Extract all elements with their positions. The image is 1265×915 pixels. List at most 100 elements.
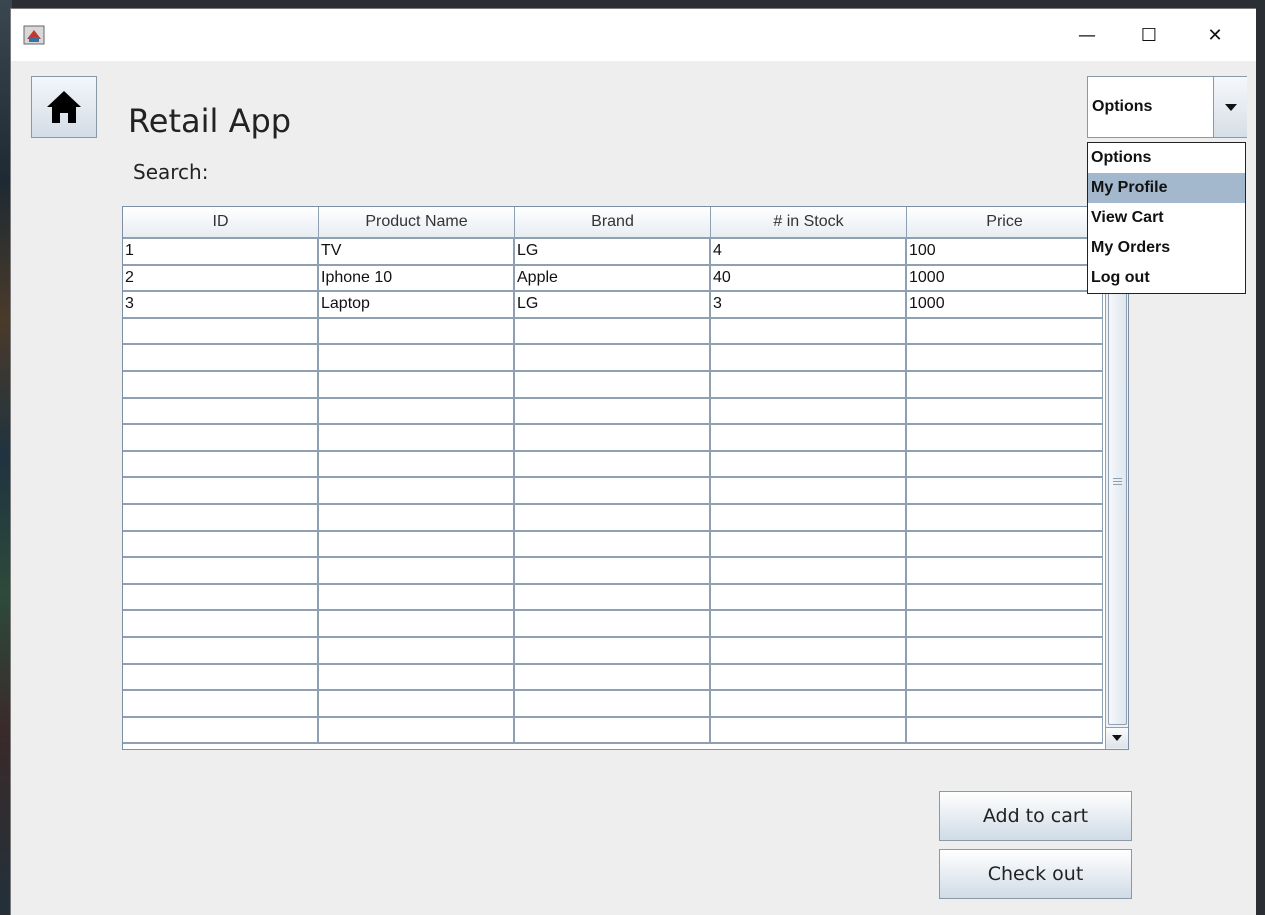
table-cell-empty[interactable] [123, 584, 319, 612]
table-cell-empty[interactable] [319, 371, 515, 399]
table-cell-empty[interactable] [711, 478, 907, 505]
table-cell-empty[interactable] [319, 531, 515, 559]
table-cell-empty[interactable] [319, 318, 515, 346]
table-cell-empty[interactable] [907, 611, 1103, 638]
table-row-empty[interactable] [123, 504, 1103, 532]
table-row-empty[interactable] [123, 611, 1103, 638]
column-header-product-name[interactable]: Product Name [319, 207, 515, 239]
table-cell-empty[interactable] [123, 664, 319, 692]
table-cell[interactable]: 1000 [907, 292, 1103, 319]
check-out-button[interactable]: Check out [939, 849, 1132, 899]
table-cell[interactable]: 2 [123, 265, 319, 293]
table-cell-empty[interactable] [319, 451, 515, 479]
table-cell-empty[interactable] [515, 345, 711, 372]
table-cell-empty[interactable] [907, 664, 1103, 692]
table-cell-empty[interactable] [123, 425, 319, 452]
table-cell[interactable]: LG [515, 292, 711, 319]
table-cell-empty[interactable] [907, 637, 1103, 665]
table-cell-empty[interactable] [319, 558, 515, 585]
table-row-empty[interactable] [123, 398, 1103, 426]
table-cell-empty[interactable] [907, 345, 1103, 372]
table-row[interactable]: 2 Iphone 10 Apple 40 1000 [123, 265, 1103, 293]
table-row-empty[interactable] [123, 318, 1103, 346]
column-header-price[interactable]: Price [907, 207, 1103, 239]
table-cell-empty[interactable] [123, 504, 319, 532]
table-cell-empty[interactable] [515, 398, 711, 426]
table-cell-empty[interactable] [123, 318, 319, 346]
table-cell-empty[interactable] [123, 611, 319, 638]
table-cell[interactable]: LG [515, 239, 711, 266]
table-cell-empty[interactable] [319, 637, 515, 665]
home-button[interactable] [31, 76, 97, 138]
table-row-empty[interactable] [123, 345, 1103, 372]
table-cell[interactable]: 3 [711, 292, 907, 319]
table-cell-empty[interactable] [123, 691, 319, 718]
table-cell-empty[interactable] [711, 611, 907, 638]
table-cell-empty[interactable] [319, 717, 515, 745]
table-cell-empty[interactable] [123, 531, 319, 559]
table-cell[interactable]: Laptop [319, 292, 515, 319]
menu-item-view-cart[interactable]: View Cart [1088, 203, 1245, 233]
options-combobox[interactable]: Options [1087, 76, 1247, 138]
close-button[interactable]: ✕ [1187, 9, 1243, 61]
table-cell-empty[interactable] [907, 584, 1103, 612]
table-cell[interactable]: 100 [907, 239, 1103, 266]
column-header-brand[interactable]: Brand [515, 207, 711, 239]
table-cell-empty[interactable] [515, 637, 711, 665]
table-cell-empty[interactable] [515, 531, 711, 559]
table-cell[interactable]: Apple [515, 265, 711, 293]
table-cell-empty[interactable] [711, 717, 907, 745]
table-cell-empty[interactable] [711, 664, 907, 692]
menu-item-my-profile[interactable]: My Profile [1088, 173, 1245, 203]
options-dropdown-button[interactable] [1213, 77, 1247, 137]
table-cell[interactable]: TV [319, 239, 515, 266]
scroll-down-button[interactable] [1106, 727, 1128, 748]
table-row-empty[interactable] [123, 558, 1103, 585]
column-header-id[interactable]: ID [123, 207, 319, 239]
table-cell-empty[interactable] [123, 717, 319, 745]
table-row-empty[interactable] [123, 371, 1103, 399]
table-cell[interactable]: 40 [711, 265, 907, 293]
table-cell-empty[interactable] [907, 691, 1103, 718]
menu-item-options[interactable]: Options [1088, 143, 1245, 173]
table-cell-empty[interactable] [515, 425, 711, 452]
table-cell-empty[interactable] [907, 318, 1103, 346]
table-cell-empty[interactable] [319, 611, 515, 638]
table-row-empty[interactable] [123, 717, 1103, 745]
table-cell-empty[interactable] [907, 558, 1103, 585]
maximize-button[interactable]: ☐ [1121, 9, 1177, 61]
table-cell-empty[interactable] [907, 425, 1103, 452]
table-cell[interactable]: Iphone 10 [319, 265, 515, 293]
table-cell-empty[interactable] [123, 371, 319, 399]
table-cell-empty[interactable] [515, 451, 711, 479]
table-cell-empty[interactable] [907, 504, 1103, 532]
table-cell-empty[interactable] [907, 531, 1103, 559]
table-cell-empty[interactable] [711, 451, 907, 479]
table-cell-empty[interactable] [515, 664, 711, 692]
scrollbar-thumb[interactable] [1108, 241, 1127, 725]
add-to-cart-button[interactable]: Add to cart [939, 791, 1132, 841]
table-cell-empty[interactable] [515, 504, 711, 532]
table-scrollbar[interactable] [1105, 239, 1128, 749]
table-cell-empty[interactable] [319, 504, 515, 532]
table-cell-empty[interactable] [907, 398, 1103, 426]
table-cell-empty[interactable] [515, 584, 711, 612]
table-cell-empty[interactable] [515, 371, 711, 399]
table-cell-empty[interactable] [711, 318, 907, 346]
table-cell[interactable]: 1 [123, 239, 319, 266]
table-cell-empty[interactable] [123, 478, 319, 505]
table-cell-empty[interactable] [515, 558, 711, 585]
table-row-empty[interactable] [123, 664, 1103, 692]
table-cell-empty[interactable] [319, 664, 515, 692]
table-cell-empty[interactable] [123, 398, 319, 426]
column-header-stock[interactable]: # in Stock [711, 207, 907, 239]
table-cell-empty[interactable] [711, 345, 907, 372]
table-row-empty[interactable] [123, 637, 1103, 665]
table-cell-empty[interactable] [319, 478, 515, 505]
table-cell-empty[interactable] [515, 478, 711, 505]
table-cell-empty[interactable] [319, 398, 515, 426]
table-cell-empty[interactable] [907, 478, 1103, 505]
table-cell-empty[interactable] [711, 637, 907, 665]
table-cell-empty[interactable] [123, 451, 319, 479]
table-cell-empty[interactable] [319, 584, 515, 612]
